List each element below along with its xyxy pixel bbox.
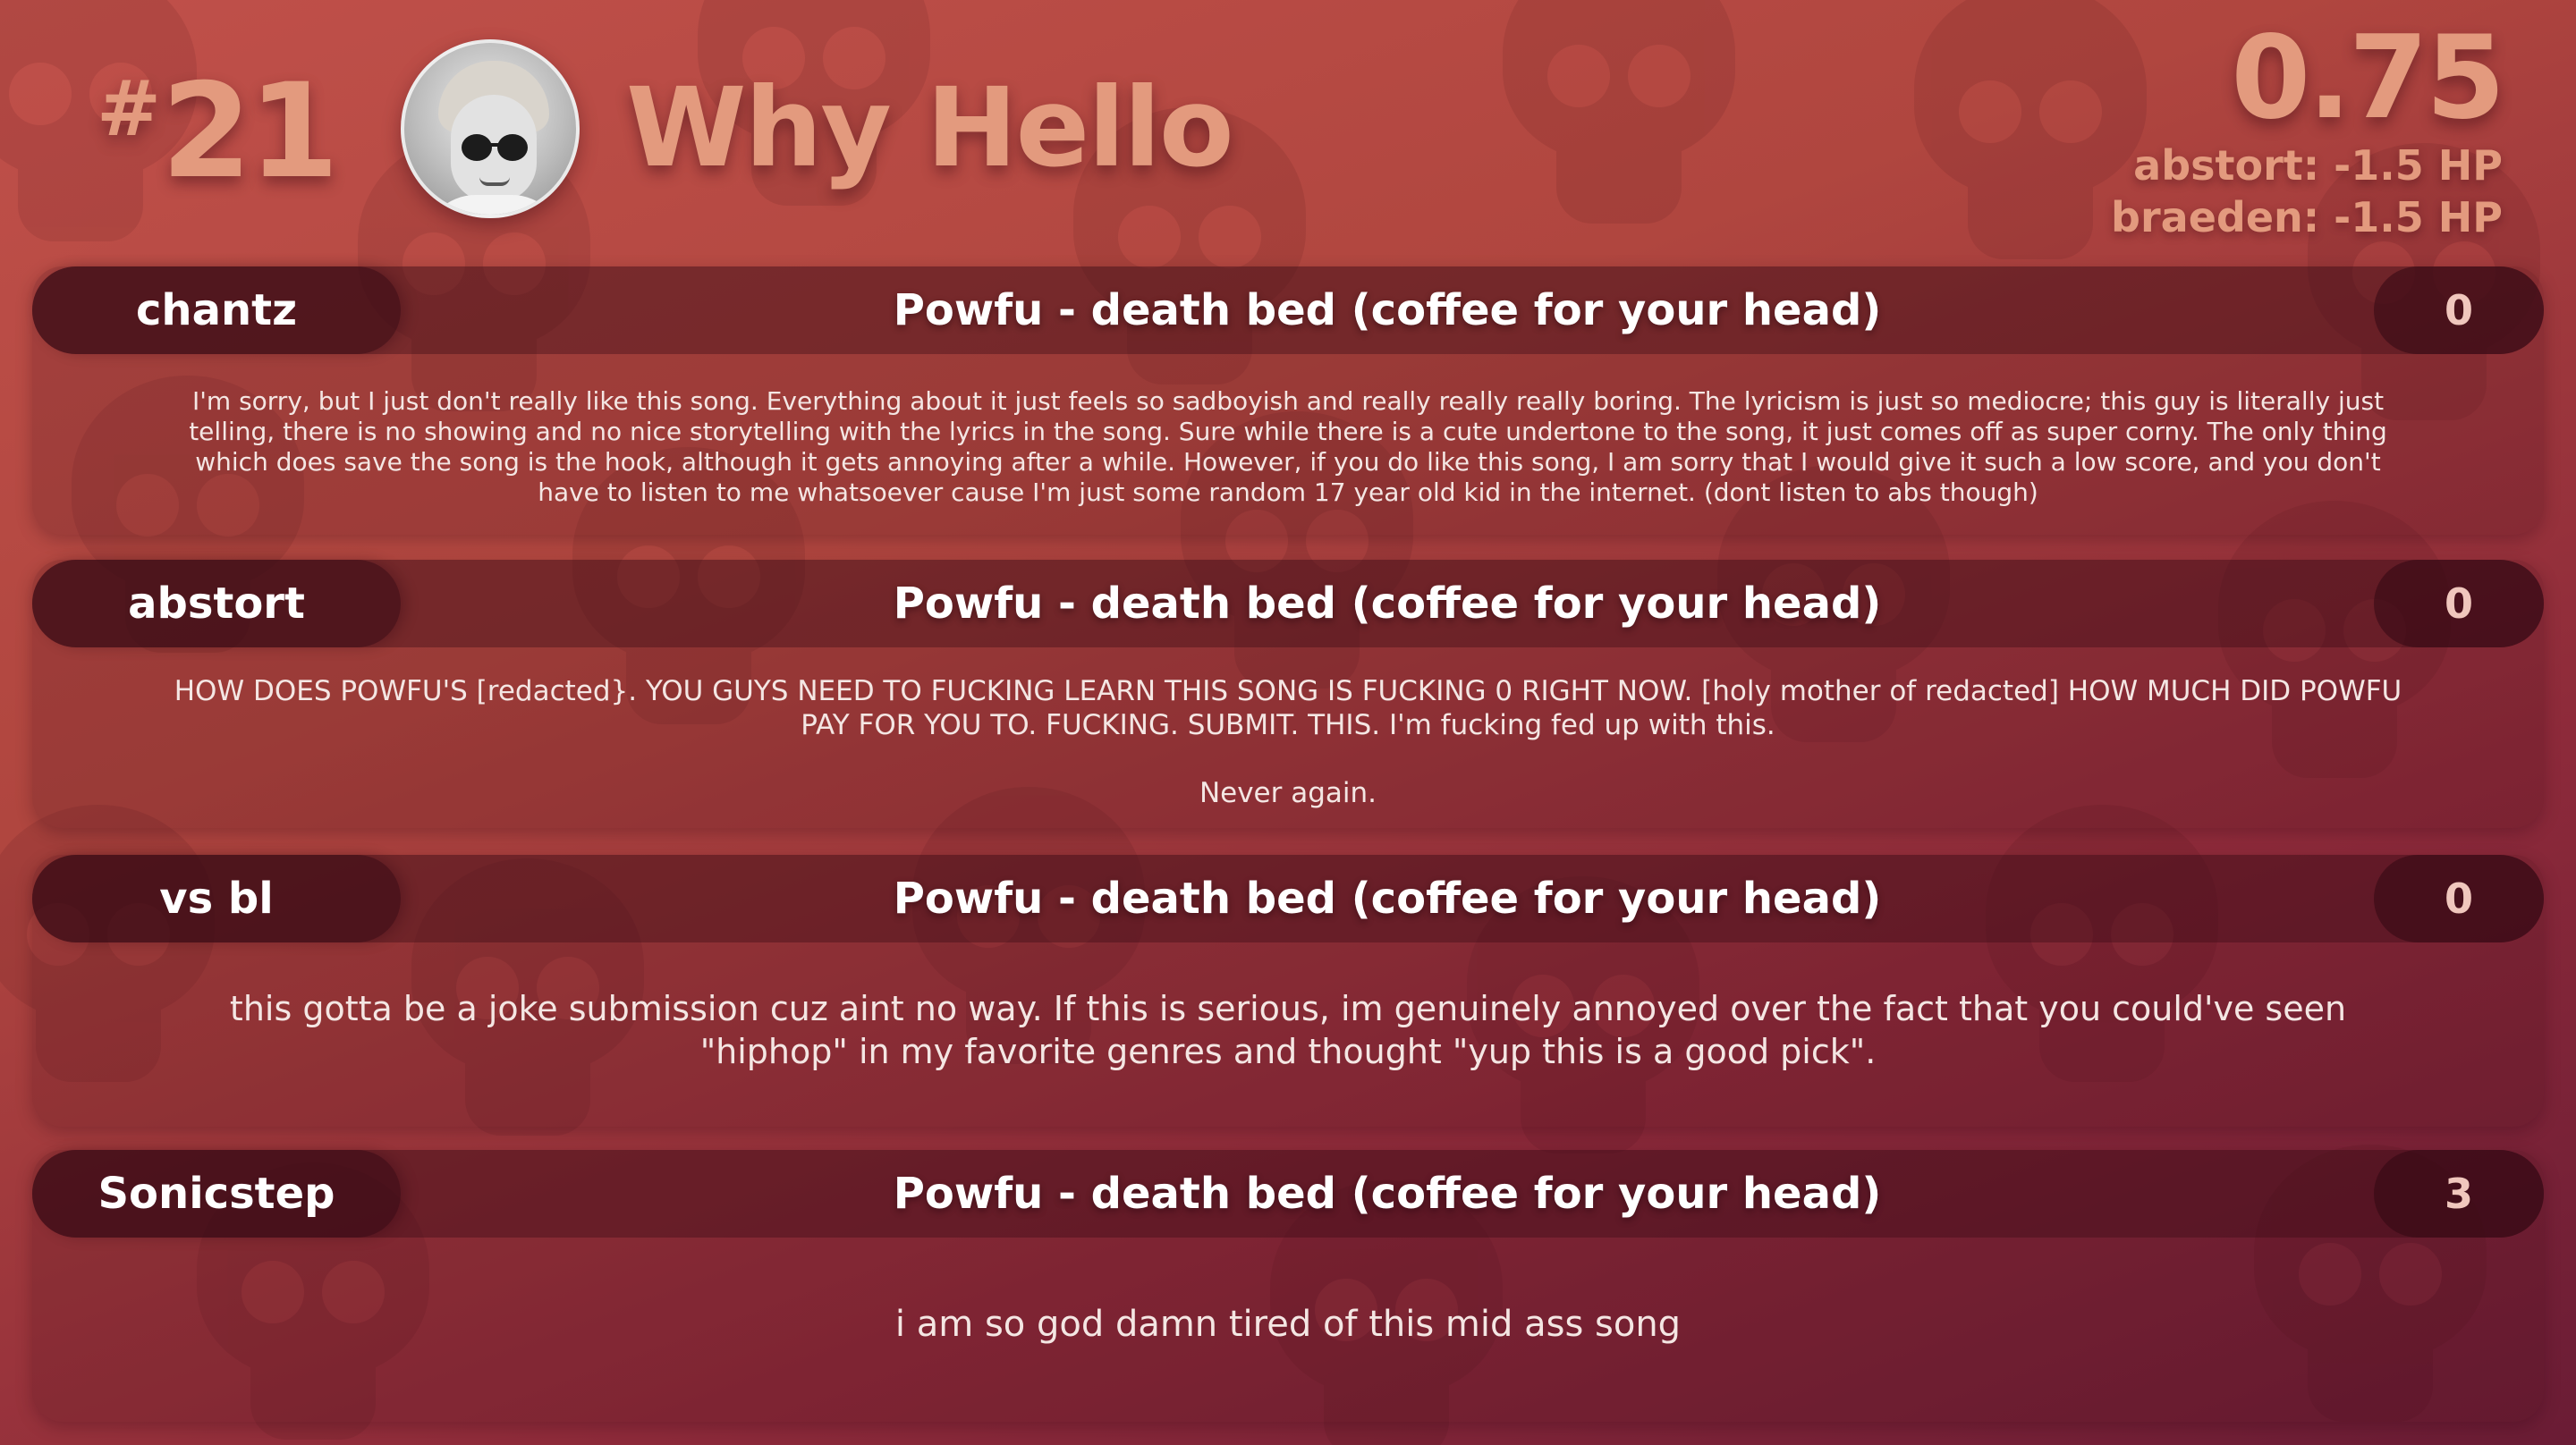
rank-badge: #21 bbox=[97, 55, 339, 207]
rating-badge: 0 bbox=[2374, 855, 2544, 942]
rating-badge: 3 bbox=[2374, 1150, 2544, 1238]
reviewer-name: vs bl bbox=[159, 874, 274, 924]
reviewer-name: chantz bbox=[135, 285, 298, 335]
header: #21 Why Hello 0.75 abstort: -1.5 HP brae… bbox=[0, 0, 2576, 268]
submitter-title: Why Hello bbox=[626, 64, 1234, 191]
penalty-line: abstort: -1.5 HP bbox=[2133, 141, 2503, 190]
reviewer-pill: chantz bbox=[32, 266, 401, 354]
penalty-line: braeden: -1.5 HP bbox=[2111, 193, 2503, 241]
rank-hash: # bbox=[97, 64, 162, 154]
reviewer-name: abstort bbox=[128, 579, 305, 629]
song-title: Powfu - death bed (coffee for your head) bbox=[893, 874, 1882, 924]
review-text: i am so god damn tired of this mid ass s… bbox=[894, 1304, 1682, 1345]
song-title: Powfu - death bed (coffee for your head) bbox=[893, 1169, 1882, 1219]
review-card: Sonicstep Powfu - death bed (coffee for … bbox=[32, 1150, 2544, 1422]
reviewer-pill: abstort bbox=[32, 560, 401, 647]
song-title: Powfu - death bed (coffee for your head) bbox=[893, 285, 1882, 335]
rank-number: 21 bbox=[161, 55, 339, 207]
reviewer-pill: vs bl bbox=[32, 855, 401, 942]
review-text: HOW DOES POWFU'S [redacted}. YOU GUYS NE… bbox=[174, 675, 2402, 809]
review-card: abstort Powfu - death bed (coffee for yo… bbox=[32, 560, 2544, 828]
submitter-avatar bbox=[401, 39, 580, 218]
review-text: I'm sorry, but I just don't really like … bbox=[189, 386, 2387, 507]
review-card: vs bl Powfu - death bed (coffee for your… bbox=[32, 855, 2544, 1127]
average-score: 0.75 bbox=[2231, 12, 2505, 145]
review-card: chantz Powfu - death bed (coffee for you… bbox=[32, 266, 2544, 535]
rating-badge: 0 bbox=[2374, 266, 2544, 354]
reviewer-pill: Sonicstep bbox=[32, 1150, 401, 1238]
review-text: this gotta be a joke submission cuz aint… bbox=[229, 989, 2347, 1071]
reviewer-name: Sonicstep bbox=[97, 1169, 335, 1219]
song-title: Powfu - death bed (coffee for your head) bbox=[893, 579, 1882, 629]
score-block: 0.75 abstort: -1.5 HP braeden: -1.5 HP bbox=[2111, 12, 2505, 243]
rating-badge: 0 bbox=[2374, 560, 2544, 647]
